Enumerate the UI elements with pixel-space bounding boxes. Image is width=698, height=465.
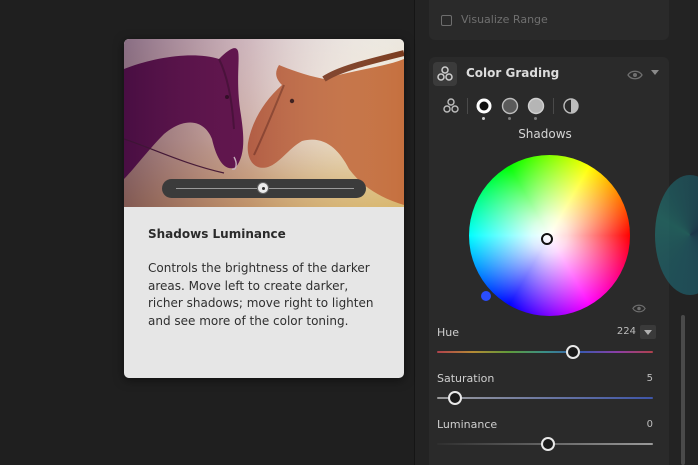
hue-slider-thumb[interactable] <box>566 345 580 359</box>
tooltip-title: Shadows Luminance <box>148 227 286 241</box>
highlights-icon[interactable] <box>527 97 545 119</box>
saturation-value[interactable]: 5 <box>623 373 653 384</box>
luminance-value[interactable]: 0 <box>623 419 653 430</box>
luminance-color-dot[interactable] <box>481 291 491 301</box>
color-grading-icon <box>433 62 457 86</box>
chevron-down-icon[interactable] <box>651 70 659 75</box>
shadows-luminance-tooltip: Shadows Luminance Controls the brightnes… <box>124 39 404 378</box>
saturation-label: Saturation <box>437 372 495 385</box>
highlights-indicator-dot <box>534 117 537 120</box>
shadows-icon[interactable] <box>475 97 493 119</box>
tooltip-body: Controls the brightness of the darker ar… <box>148 261 374 328</box>
panel-scrollbar[interactable] <box>681 315 685 465</box>
preview-slider-thumb <box>257 182 269 194</box>
eye-icon[interactable] <box>632 299 646 318</box>
saturation-slider-thumb[interactable] <box>448 391 462 405</box>
color-wheel-handle[interactable] <box>541 233 553 245</box>
luminance-label: Luminance <box>437 418 498 431</box>
midtones-icon[interactable] <box>501 97 519 119</box>
active-region-label: Shadows <box>518 127 572 141</box>
shadows-indicator-dot <box>482 117 485 120</box>
mode-divider <box>553 98 554 114</box>
three-way-icon[interactable] <box>442 97 460 119</box>
hue-value[interactable]: 224 <box>606 326 636 337</box>
luminance-slider-thumb[interactable] <box>541 437 555 451</box>
mode-divider <box>467 98 468 114</box>
chevron-down-icon <box>644 330 652 335</box>
global-icon[interactable] <box>562 97 580 119</box>
visualize-range-checkbox[interactable] <box>441 15 452 26</box>
eye-icon[interactable] <box>627 66 643 85</box>
hue-slider-track[interactable] <box>437 351 653 353</box>
midtones-indicator-dot <box>508 117 511 120</box>
preview-slider-thumb-center <box>262 187 265 190</box>
visualize-range-label: Visualize Range <box>461 13 548 26</box>
preview-slider <box>162 179 366 198</box>
hue-label: Hue <box>437 326 460 339</box>
color-grading-title[interactable]: Color Grading <box>466 66 559 80</box>
saturation-slider-track[interactable] <box>437 397 653 399</box>
